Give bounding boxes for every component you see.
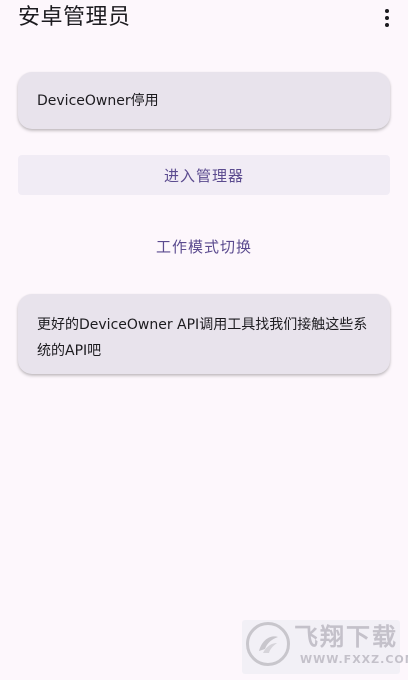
fxxz-logo-icon bbox=[246, 622, 290, 666]
watermark-name: 飞翔下载 bbox=[294, 623, 398, 651]
more-vert-icon bbox=[385, 9, 389, 13]
enter-manager-button[interactable]: 进入管理器 bbox=[18, 155, 390, 195]
switch-work-mode-button[interactable]: 工作模式切换 bbox=[0, 236, 408, 258]
watermark-url: WWW.FXXZ.COM bbox=[300, 653, 408, 666]
app-title: 安卓管理员 bbox=[18, 5, 131, 30]
tip-text: 更好的DeviceOwner API调用工具找我们接触这些系统的API吧 bbox=[37, 317, 368, 359]
device-owner-status-text: DeviceOwner停用 bbox=[37, 93, 159, 109]
enter-manager-label: 进入管理器 bbox=[163, 166, 244, 185]
tip-card: 更好的DeviceOwner API调用工具找我们接触这些系统的API吧 bbox=[18, 294, 390, 374]
more-options-button[interactable] bbox=[380, 6, 394, 30]
switch-work-mode-label: 工作模式切换 bbox=[155, 238, 252, 256]
watermark: 飞翔下载 WWW.FXXZ.COM bbox=[242, 620, 408, 674]
device-owner-status-card: DeviceOwner停用 bbox=[18, 72, 390, 129]
